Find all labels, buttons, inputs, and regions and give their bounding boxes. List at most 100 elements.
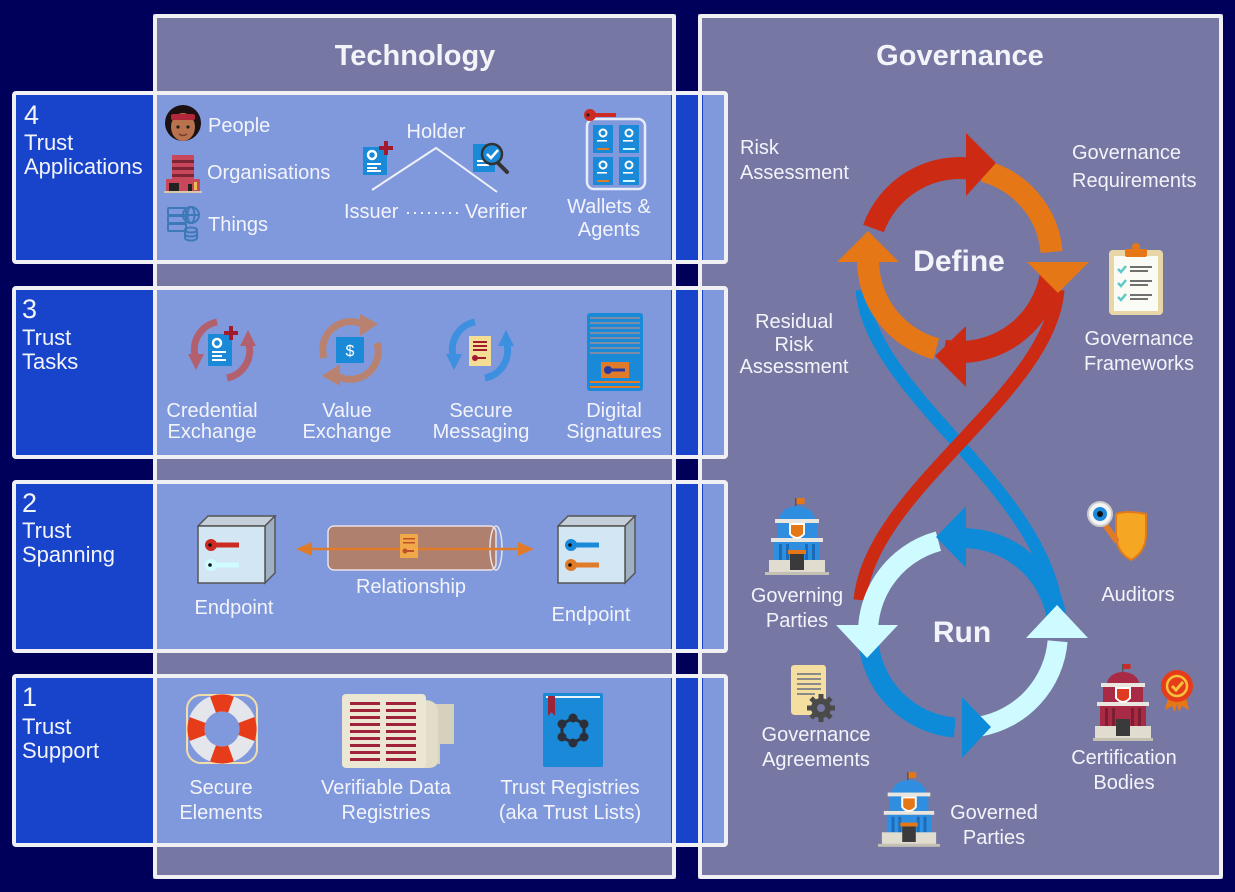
certification-bodies-label: Certification Bodies (1071, 746, 1177, 796)
governance-requirements-label-line: Requirements (1072, 170, 1197, 192)
governance-frameworks-label-line: Frameworks (1083, 353, 1195, 375)
layer-1-governance-strip (703, 678, 724, 843)
layer-3-name-line: Tasks (22, 349, 79, 374)
devices-icon (167, 206, 200, 242)
layer-4-number: 4 (24, 100, 40, 130)
wallets-agents-label: Wallets & Agents (567, 196, 651, 242)
trust-registries-label-line: (aka Trust Lists) (498, 802, 642, 824)
governing-parties-label-line: Governing (750, 585, 844, 607)
government-building-icon (765, 498, 829, 575)
credential-exchange-icon (188, 318, 256, 382)
secure-elements-label-line: Elements (179, 802, 263, 824)
lifebuoy-icon (186, 694, 258, 764)
layer-4-name: Trust Applications (24, 131, 143, 179)
layer-1-name-line: Trust (22, 714, 72, 739)
risk-assessment-label-line: Assessment (740, 162, 849, 184)
digital-signatures-label-line: Digital (586, 400, 642, 422)
define-label: Define (913, 245, 1005, 278)
value-exchange-label-line: Exchange (302, 421, 392, 443)
layer-3-name-line: Trust (22, 325, 72, 350)
residual-risk-assessment-label: Residual Risk Assessment (740, 311, 849, 379)
value-exchange-icon: $ (319, 314, 382, 386)
layer-4-name-line: Applications (24, 154, 143, 179)
wallet-icon (584, 109, 647, 191)
issuer-label: Issuer (344, 201, 399, 223)
governed-parties-label-line: Governed (950, 802, 1038, 824)
verifiable-data-registries-label-line: Registries (341, 802, 431, 824)
governing-parties-label-line: Parties (765, 610, 829, 632)
entity-people-label: People (208, 115, 271, 137)
organisation-building-icon (164, 155, 202, 193)
wallets-agents-label-line: Wallets & (567, 196, 651, 218)
registry-book-icon (543, 693, 603, 767)
value-exchange-label-line: Value (322, 400, 372, 422)
relationship-label: Relationship (355, 576, 467, 598)
layer-2-name-line: Spanning (22, 542, 115, 567)
auditor-magnifier-shield-icon (1087, 501, 1147, 562)
risk-assessment-label: Risk Assessment (740, 136, 849, 186)
trust-registries-label: Trust Registries (aka Trust Lists) (499, 776, 641, 826)
endpoint-box-icon (557, 515, 637, 585)
relationship-tunnel-icon (296, 525, 534, 571)
governance-frameworks-label: Governance Frameworks (1084, 327, 1194, 377)
verifiable-data-registries-label: Verifiable Data Registries (321, 776, 451, 826)
verifiable-data-registries-label-line: Verifiable Data (320, 777, 452, 799)
technology-title: Technology (334, 40, 496, 72)
residual-risk-assessment-label-line: Risk (774, 333, 814, 356)
digital-signatures-label: Digital Signatures (566, 401, 662, 443)
run-label: Run (932, 616, 992, 649)
residual-risk-assessment-label-line: Assessment (739, 356, 849, 378)
layer-2-governance-strip (703, 484, 724, 649)
certification-bodies-label-line: Bodies (1093, 772, 1155, 794)
layer-2-name-line: Trust (22, 518, 72, 543)
right-endpoint-label: Endpoint (551, 604, 631, 626)
governance-agreements-label-line: Governance (761, 724, 871, 746)
credential-exchange-label: Credential Exchange (166, 401, 257, 443)
left-endpoint-label: Endpoint (194, 597, 274, 619)
digital-signature-icon (587, 313, 643, 391)
layer-1-name-line: Support (22, 738, 100, 763)
clipboard-checklist-icon (1109, 243, 1163, 315)
layer-3-number: 3 (22, 294, 38, 324)
ledger-scroll-icon (342, 694, 454, 768)
governing-parties-label: Governing Parties (751, 584, 843, 634)
governed-parties-label: Governed Parties (950, 801, 1038, 851)
secure-messaging-icon (446, 318, 514, 382)
governance-agreements-label-line: Agreements (762, 749, 870, 771)
layer-1-name: Trust Support (22, 715, 99, 763)
person-avatar-icon (165, 105, 201, 141)
verifier-label: Verifier (465, 201, 528, 223)
residual-risk-assessment-label-line: Residual (755, 311, 833, 333)
risk-assessment-label-line: Risk (740, 137, 779, 159)
auditors-label: Auditors (1101, 584, 1175, 606)
entity-organisations-label: Organisations (207, 162, 331, 184)
governance-requirements-label: Governance Requirements (1072, 139, 1197, 195)
secure-elements-label: Secure Elements (179, 776, 262, 826)
verify-credential-icon (473, 142, 509, 174)
credential-exchange-label-line: Credential (166, 400, 258, 422)
layer-4-name-line: Trust (24, 130, 74, 155)
agreement-scroll-gear-icon (791, 665, 835, 722)
secure-elements-label-line: Secure (189, 777, 253, 799)
governance-frameworks-label-line: Governance (1084, 328, 1194, 350)
governance-requirements-label-line: Governance (1072, 142, 1181, 164)
trust-registries-label-line: Trust Registries (500, 777, 640, 799)
issue-credential-icon (363, 141, 393, 175)
svg-text:$: $ (346, 343, 355, 360)
layer-2-number: 2 (22, 488, 38, 518)
governance-agreements-label: Governance Agreements (762, 723, 871, 773)
secure-messaging-label-line: Secure (449, 400, 513, 422)
governance-title: Governance (876, 40, 1044, 72)
secure-messaging-label-line: Messaging (432, 421, 530, 443)
digital-signatures-label-line: Signatures (566, 421, 662, 443)
value-exchange-label: Value Exchange (303, 401, 392, 443)
endpoint-box-icon (197, 515, 277, 585)
governed-building-icon (878, 772, 940, 847)
secure-messaging-label: Secure Messaging (433, 401, 530, 443)
layer-3-name: Trust Tasks (22, 326, 78, 374)
certification-bodies-label-line: Certification (1071, 747, 1177, 769)
certification-building-badge-icon (1093, 664, 1193, 741)
layer-1-number: 1 (22, 682, 38, 712)
credential-exchange-label-line: Exchange (167, 421, 257, 443)
wallets-agents-label-line: Agents (577, 219, 641, 241)
